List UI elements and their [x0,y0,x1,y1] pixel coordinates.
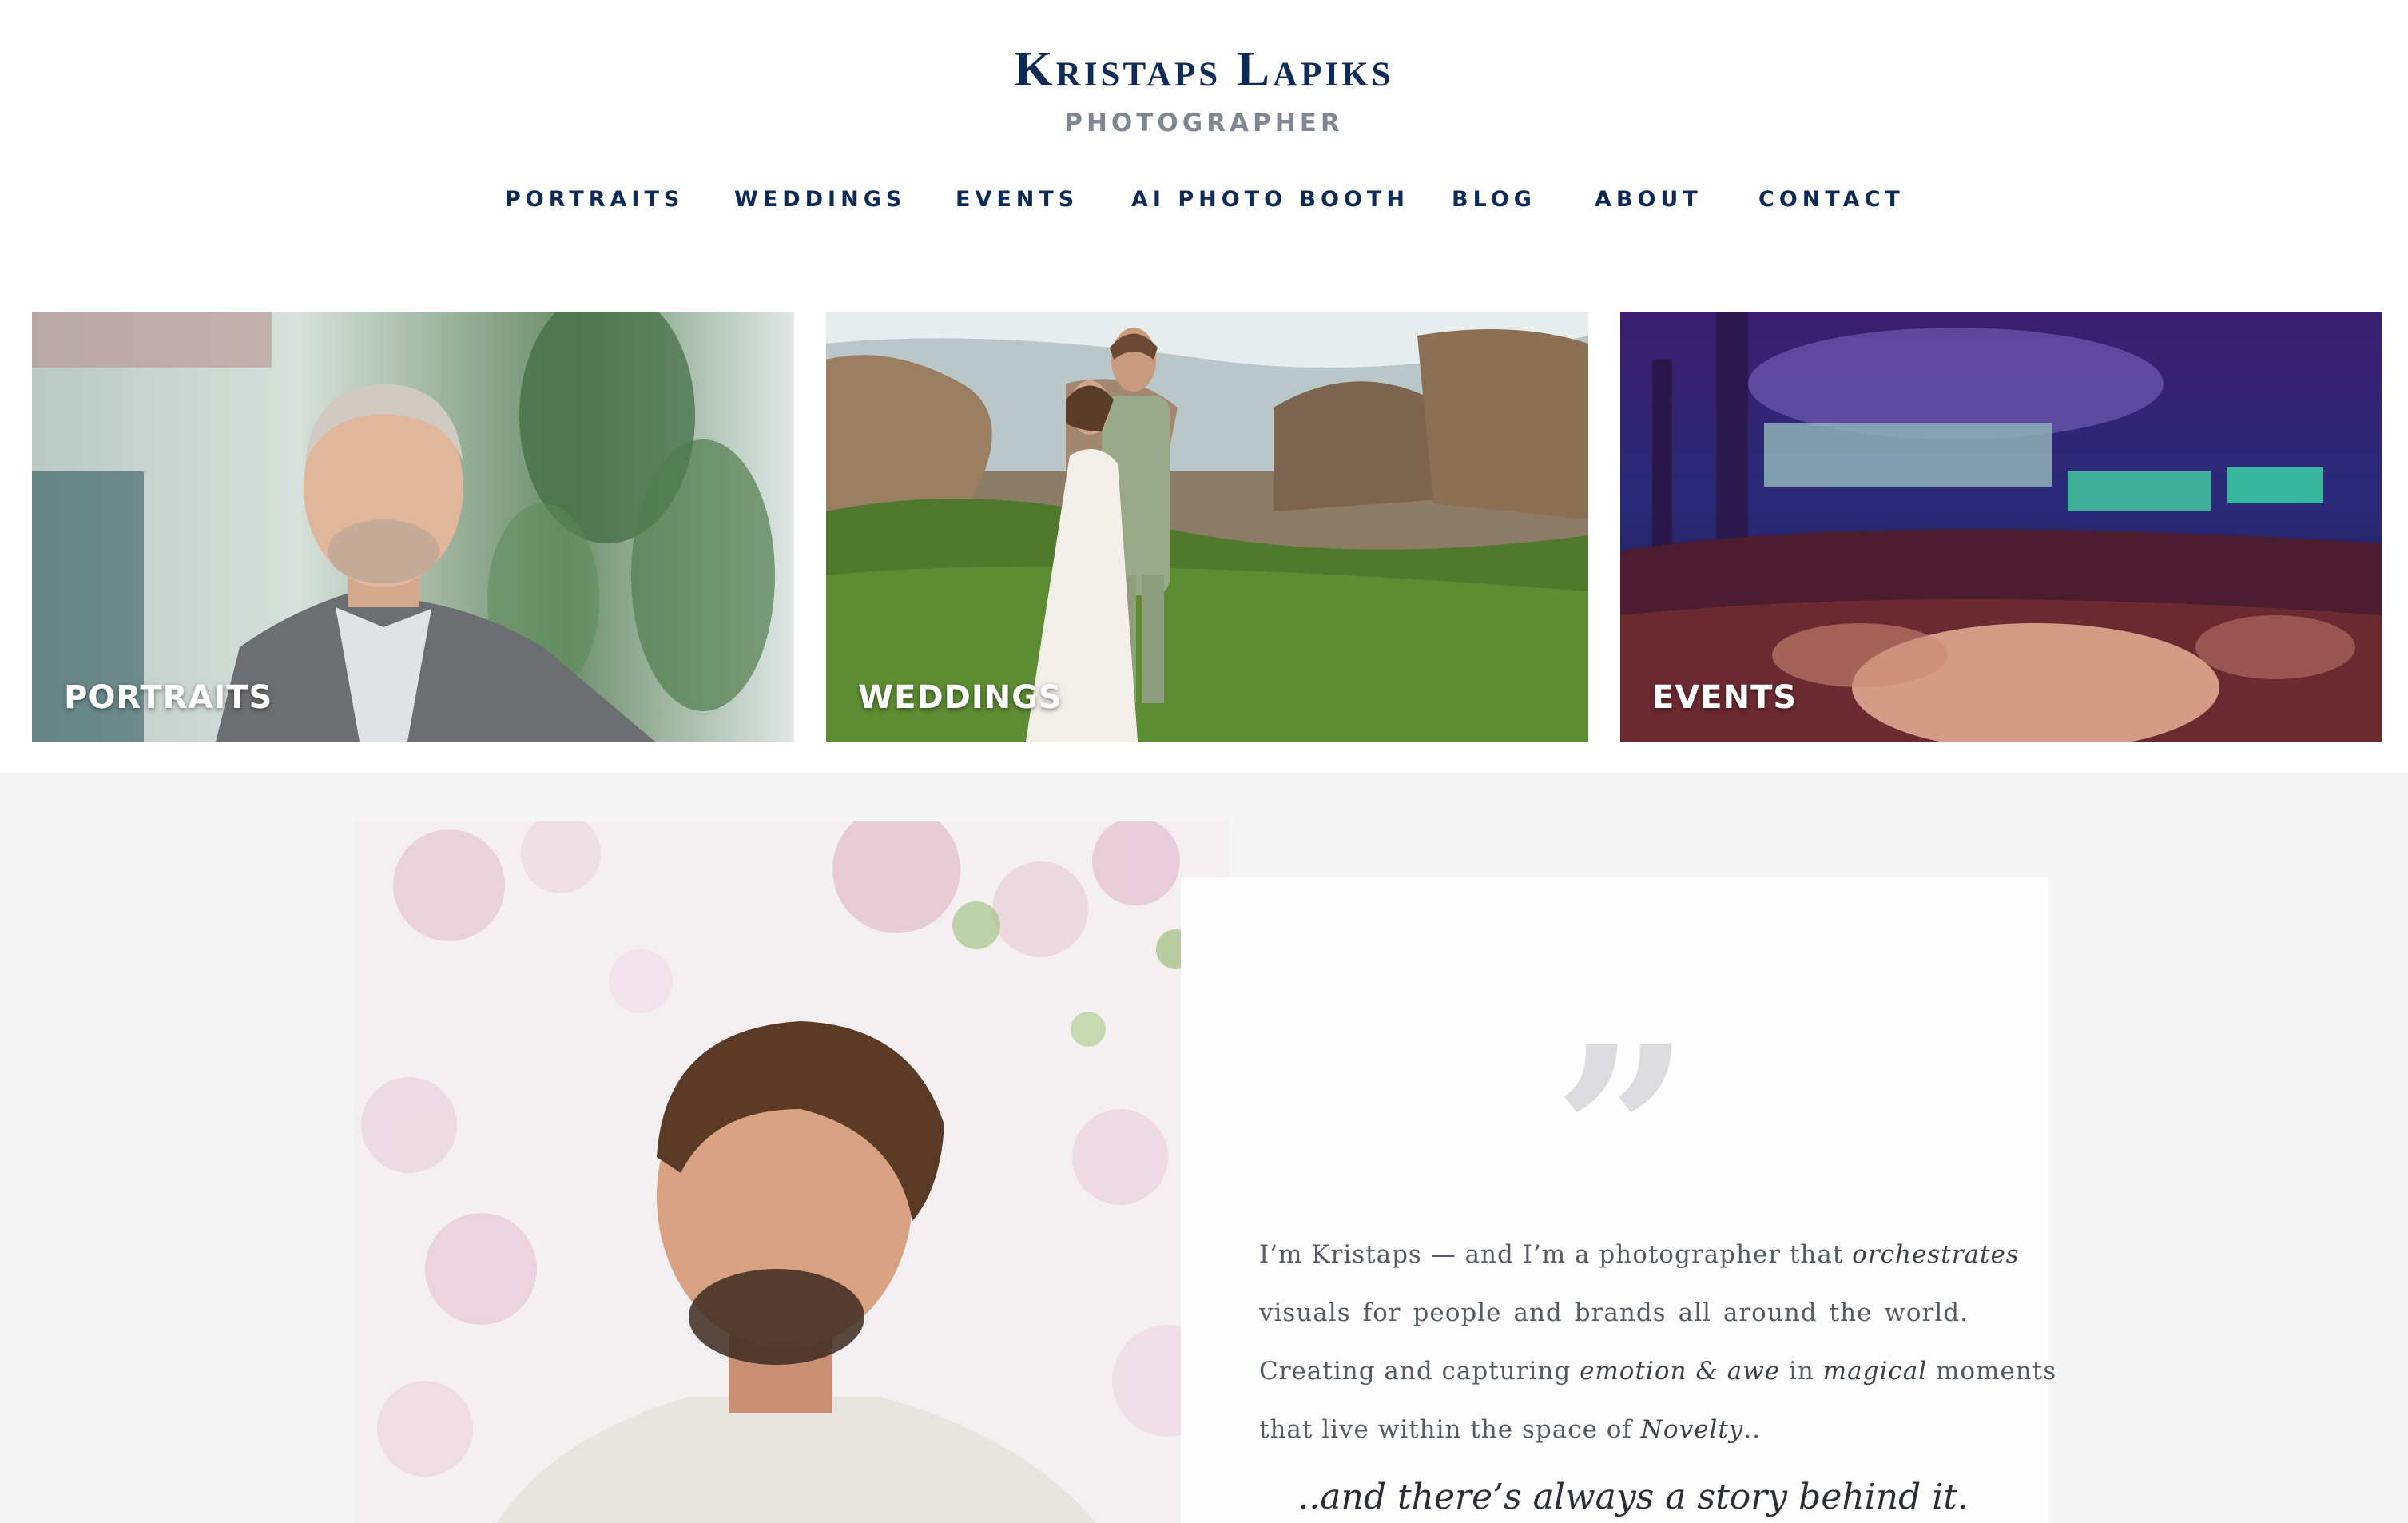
site-header: Kristaps Lapiks PHOTOGRAPHER PORTRAITS W… [0,0,2408,264]
portrait-photo [32,312,794,742]
quote-icon: ” [1552,993,1691,1275]
photographer-photo [353,821,1229,1523]
nav-item-events[interactable]: EVENTS [956,184,1079,216]
category-tile-weddings[interactable]: WEDDINGS [826,312,1588,742]
about-bio: I’m Kristaps — and I’m a photographer th… [1259,1226,2057,1459]
tile-label-portraits: PORTRAITS [64,679,273,716]
nav-item-ai-photo-booth[interactable]: AI PHOTO BOOTH [1131,184,1409,216]
bio-line: visuals for people and brands all around… [1259,1298,1969,1327]
wedding-photo [826,312,1588,742]
category-tile-portraits[interactable]: PORTRAITS [32,312,794,742]
tile-label-events: EVENTS [1652,679,1798,716]
about-tagline: ..and there’s always a story behind it. [1297,1477,1969,1517]
nav-item-contact[interactable]: CONTACT [1758,184,1905,216]
main-nav: PORTRAITS WEDDINGS EVENTS AI PHOTO BOOTH… [0,184,2408,216]
bio-line: I’m Kristaps — and I’m a photographer th… [1259,1240,2020,1269]
bio-line: that live within the space of Novelty.. [1259,1415,1762,1444]
nav-item-portraits[interactable]: PORTRAITS [505,184,684,216]
tile-label-weddings: WEDDINGS [858,679,1063,716]
nav-item-about[interactable]: ABOUT [1595,184,1703,216]
category-tile-events[interactable]: EVENTS [1620,312,2382,742]
event-photo [1620,312,2382,742]
site-logo-subtitle: PHOTOGRAPHER [1064,109,1344,137]
nav-item-weddings[interactable]: WEDDINGS [734,184,906,216]
nav-item-blog[interactable]: BLOG [1452,184,1536,216]
photographer-portrait [353,821,1229,1523]
bio-line: Creating and capturing emotion & awe in … [1259,1357,2057,1386]
site-logo-name[interactable]: Kristaps Lapiks [0,42,2408,98]
